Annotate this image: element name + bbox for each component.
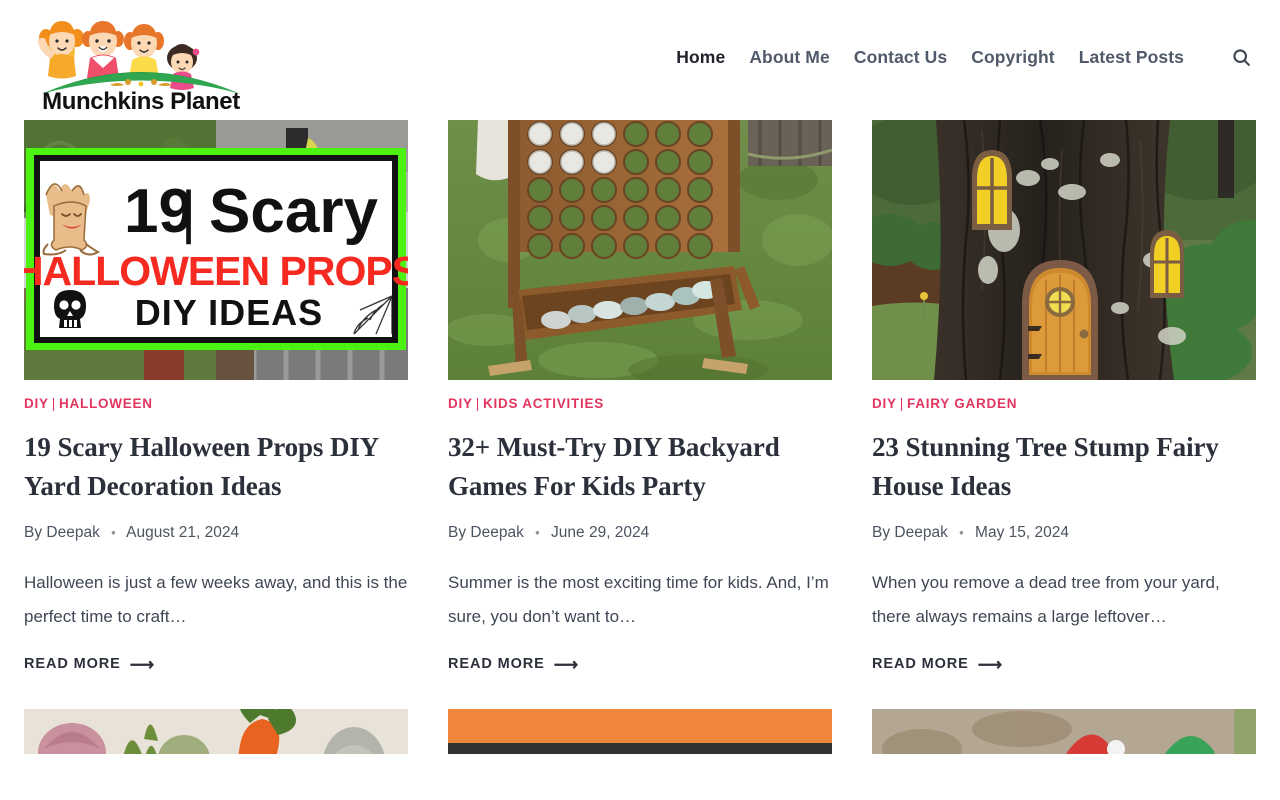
read-more-link[interactable]: READ MORE ⟶ [448, 656, 579, 673]
post-excerpt: When you remove a dead tree from your ya… [872, 572, 1220, 626]
nav-item-home[interactable]: Home [676, 47, 725, 68]
post-thumbnail-link[interactable] [872, 120, 1256, 380]
post-thumbnail-link[interactable] [24, 709, 408, 755]
search-icon [1232, 48, 1250, 66]
post-date: May 15, 2024 [975, 524, 1069, 542]
post-featured-image [448, 120, 832, 380]
logo-graphic: Munchkins Planet [37, 21, 241, 112]
category-link[interactable]: HALLOWEEN [59, 396, 153, 411]
post-grid-row-two [0, 709, 1280, 755]
post-featured-image [448, 709, 832, 755]
arrow-right-icon: ⟶ [129, 654, 155, 674]
post-date: June 29, 2024 [551, 524, 650, 542]
post-category-line: DIY | FAIRY GARDEN [872, 397, 1256, 411]
post-thumbnail-link[interactable] [448, 709, 832, 755]
post-title-link[interactable]: 32+ Must-Try DIY Backyard Games For Kids… [448, 432, 780, 502]
post-grid: 19 | Scary HALLOWEEN PROPS DIY IDEAS DIY… [0, 120, 1280, 673]
post-thumbnail-link[interactable]: 19 | Scary HALLOWEEN PROPS DIY IDEAS [24, 120, 408, 380]
site-header: Munchkins Planet Home About Me Contact U… [0, 0, 1280, 120]
post-author[interactable]: Deepak [894, 524, 947, 541]
post-title: 19 Scary Halloween Props DIY Yard Decora… [24, 428, 408, 508]
post-byline: By Deepak • August 21, 2024 [24, 525, 408, 541]
category-link[interactable]: DIY [448, 396, 473, 411]
post-title-link[interactable]: 19 Scary Halloween Props DIY Yard Decora… [24, 432, 378, 502]
category-separator: | [475, 396, 481, 411]
post-author[interactable]: Deepak [470, 524, 523, 541]
post-card: DIY | FAIRY GARDEN 23 Stunning Tree Stump … [872, 120, 1256, 673]
category-separator: | [51, 396, 57, 411]
post-thumbnail-link[interactable] [872, 709, 1256, 755]
post-featured-image [872, 120, 1256, 380]
post-featured-image [872, 709, 1256, 755]
post-category-line: DIY | KIDS ACTIVITIES [448, 397, 832, 411]
read-more-label: READ MORE [448, 656, 545, 673]
post-featured-image [24, 709, 408, 755]
byline-separator: • [959, 525, 964, 541]
category-link[interactable]: DIY [872, 396, 897, 411]
post-title: 23 Stunning Tree Stump Fairy House Ideas [872, 428, 1256, 508]
read-more-link[interactable]: READ MORE ⟶ [24, 656, 155, 673]
post-card: 19 | Scary HALLOWEEN PROPS DIY IDEAS DIY… [24, 120, 408, 673]
post-excerpt: Summer is the most exciting time for kid… [448, 572, 829, 626]
arrow-right-icon: ⟶ [553, 654, 579, 674]
post-featured-image: 19 | Scary HALLOWEEN PROPS DIY IDEAS [24, 120, 408, 380]
pin-headline-line2: HALLOWEEN PROPS [24, 248, 408, 294]
post-category-line: DIY | HALLOWEEN [24, 397, 408, 411]
byline-prefix: By [872, 524, 891, 542]
post-byline: By Deepak • June 29, 2024 [448, 525, 832, 541]
site-logo[interactable]: Munchkins Planet [30, 8, 252, 112]
byline-separator: • [111, 525, 116, 541]
post-title-link[interactable]: 23 Stunning Tree Stump Fairy House Ideas [872, 432, 1219, 502]
byline-prefix: By [24, 524, 43, 542]
nav-item-latest-posts[interactable]: Latest Posts [1079, 47, 1184, 68]
post-thumbnail-link[interactable] [448, 120, 832, 380]
primary-navigation: Home About Me Contact Us Copyright Lates… [676, 42, 1256, 72]
post-title: 32+ Must-Try DIY Backyard Games For Kids… [448, 428, 832, 508]
logo-wordmark: Munchkins Planet [42, 88, 240, 112]
post-excerpt: Halloween is just a few weeks away, and … [24, 572, 408, 626]
post-byline: By Deepak • May 15, 2024 [872, 525, 1256, 541]
nav-item-contact-us[interactable]: Contact Us [854, 47, 947, 68]
post-card: DIY | KIDS ACTIVITIES 32+ Must-Try DIY Bac… [448, 120, 832, 673]
read-more-label: READ MORE [24, 656, 121, 673]
byline-prefix: By [448, 524, 467, 542]
search-button[interactable] [1226, 42, 1256, 72]
arrow-right-icon: ⟶ [977, 654, 1003, 674]
pin-headline-divider: | [181, 180, 196, 245]
read-more-label: READ MORE [872, 656, 969, 673]
category-link[interactable]: KIDS ACTIVITIES [483, 396, 604, 411]
post-author[interactable]: Deepak [46, 524, 99, 541]
post-date: August 21, 2024 [126, 524, 240, 542]
nav-item-copyright[interactable]: Copyright [971, 47, 1055, 68]
read-more-link[interactable]: READ MORE ⟶ [872, 656, 1003, 673]
pin-headline-line3: DIY IDEAS [135, 292, 323, 333]
pin-headline-word: Scary [209, 177, 378, 246]
byline-separator: • [535, 525, 540, 541]
nav-item-about-me[interactable]: About Me [749, 47, 830, 68]
category-separator: | [899, 396, 905, 411]
category-link[interactable]: DIY [24, 396, 49, 411]
category-link[interactable]: FAIRY GARDEN [907, 396, 1017, 411]
